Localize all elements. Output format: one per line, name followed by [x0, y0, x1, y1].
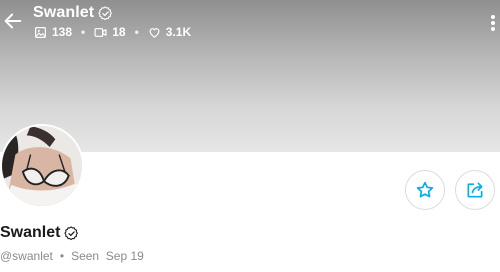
stats-separator: • [134, 25, 139, 39]
verified-icon [64, 225, 79, 240]
share-button[interactable] [455, 170, 495, 210]
meta-separator: • [59, 249, 65, 263]
avatar[interactable] [0, 124, 84, 208]
heart-icon [149, 27, 160, 38]
profile-stats: 138 • 18 • 3.1K [34, 25, 191, 39]
page-title: Swanlet [33, 4, 95, 21]
photos-count: 138 [34, 25, 72, 39]
likes-count-value: 3.1K [165, 25, 192, 39]
last-seen: Seen Sep 19 [71, 249, 144, 263]
verified-icon [98, 5, 113, 20]
header-title-row: Swanlet [33, 3, 113, 23]
photos-count-value: 138 [52, 25, 73, 39]
stats-separator: • [81, 25, 86, 39]
profile-handle[interactable]: @swanlet [0, 249, 53, 263]
avatar-image [2, 126, 82, 206]
share-icon [467, 182, 483, 198]
videos-count: 18 [94, 25, 126, 39]
back-button[interactable] [2, 10, 24, 32]
likes-count: 3.1K [148, 25, 191, 39]
image-icon [35, 26, 46, 38]
top-bar: Swanlet 138 • 18 • 3.1K [0, 0, 500, 46]
favorite-button[interactable] [405, 170, 445, 210]
star-icon [416, 181, 434, 198]
video-icon [94, 27, 107, 37]
arrow-left-icon [4, 13, 22, 29]
profile-name-row: Swanlet [0, 224, 79, 242]
more-options-button[interactable] [490, 14, 496, 32]
profile-meta: @swanlet • Seen Sep 19 [0, 249, 144, 263]
more-vertical-icon [491, 15, 495, 31]
videos-count-value: 18 [112, 25, 126, 39]
profile-name: Swanlet [0, 224, 61, 241]
